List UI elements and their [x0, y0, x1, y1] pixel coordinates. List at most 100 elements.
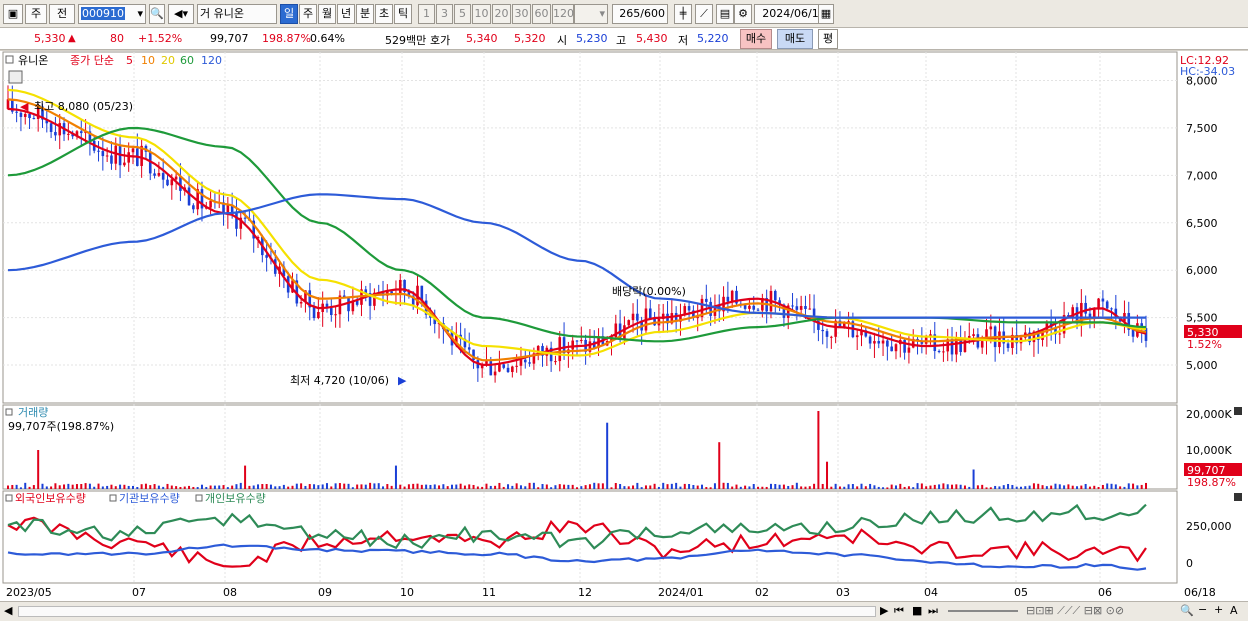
period-button[interactable]: 일 [280, 4, 298, 24]
candle-icon[interactable]: ╪ [674, 4, 692, 24]
stop-icon[interactable]: ■ [912, 604, 922, 617]
volume-bar [140, 484, 143, 489]
interval-button[interactable]: 20 [492, 4, 511, 24]
period-button[interactable]: 분 [356, 4, 374, 24]
interval-button[interactable]: 60 [532, 4, 551, 24]
volume-panel-menu-icon[interactable] [5, 408, 13, 416]
speaker-icon[interactable]: ◀▾ [168, 4, 194, 24]
zoom-out-icon[interactable]: − [1198, 603, 1207, 616]
candle-body [799, 306, 803, 310]
volume-bar [545, 484, 548, 489]
stock-name-field[interactable]: 거 유니온 [197, 4, 277, 24]
volume-bar [869, 483, 872, 489]
price-ytick: 6,000 [1186, 264, 1218, 277]
volume-bar [119, 484, 122, 489]
search-icon[interactable]: 🔍 [149, 4, 165, 24]
buy-button[interactable]: 매수 [740, 29, 772, 49]
volume-bar [183, 486, 186, 489]
volume-bar [558, 484, 561, 489]
price-ytick: 7,500 [1186, 122, 1218, 135]
interval-button[interactable]: 3 [436, 4, 453, 24]
scroll-left-icon[interactable]: ◀ [4, 604, 12, 617]
volume-bar [1084, 483, 1087, 489]
interval-button[interactable]: 120 [552, 4, 574, 24]
volume-bar [93, 486, 96, 489]
zoom-slider[interactable] [948, 610, 1018, 612]
x-axis-label: 2024/01 [658, 586, 704, 599]
low-label: 저 [678, 34, 689, 47]
candle-body [299, 302, 303, 304]
first-page-icon[interactable]: ⏮ [894, 604, 904, 618]
volume-bar [735, 484, 738, 489]
table-icon[interactable] [8, 70, 23, 84]
layout-icon[interactable]: ▣ [3, 4, 23, 24]
tools-icon[interactable]: ⊟⊡⊞ ⟋⟋⟋ ⊟⊠ ⊙⊘ [1026, 604, 1124, 618]
volume-bar [903, 486, 906, 489]
volume-bar [972, 469, 975, 489]
interval-label: 30 [514, 7, 529, 20]
gear-icon[interactable]: ⚙ [734, 4, 752, 24]
candle-body [493, 371, 497, 376]
scroll-right-icon[interactable]: ▶ [880, 604, 888, 617]
volume-bar [248, 485, 251, 489]
price-ytick: 7,000 [1186, 169, 1218, 182]
period-label: 년 [340, 7, 352, 20]
volume-bar [1110, 483, 1113, 489]
interval-dropdown[interactable]: ▾ [574, 4, 608, 24]
volume-bar [54, 483, 57, 489]
draw-icon[interactable]: ⟋ [695, 4, 713, 24]
zoom-in-icon[interactable]: + [1214, 603, 1223, 616]
candle-body [79, 131, 83, 134]
volume-bar [795, 482, 798, 489]
period-button[interactable]: 초 [375, 4, 393, 24]
volume-value-label: 99,707주(198.87%) [8, 420, 114, 433]
market-button[interactable]: 주 [25, 4, 47, 24]
last-change-badge: 1.52% [1187, 338, 1222, 351]
volume-bar [519, 485, 522, 489]
candle-body [131, 148, 135, 153]
period-button[interactable]: 주 [299, 4, 317, 24]
prev-button[interactable]: 전 [49, 4, 75, 24]
volume-bar [1024, 486, 1027, 489]
count-field[interactable]: 265/600 [612, 4, 668, 24]
volume-bar [136, 487, 139, 489]
candle-body [101, 151, 105, 157]
volume-bar [1106, 483, 1109, 489]
stock-chart[interactable]: 유니온 종가 단순 5 10 20 60 120 LC:12.92 HC:-34… [0, 51, 1248, 601]
holding-panel-menu-icon[interactable] [5, 494, 13, 502]
interval-button[interactable]: 1 [418, 4, 435, 24]
interval-button[interactable]: 30 [512, 4, 531, 24]
volume-bar [679, 486, 682, 489]
period-button[interactable]: 틱 [394, 4, 412, 24]
candle-body [907, 347, 911, 353]
horizontal-scrollbar[interactable] [18, 606, 876, 617]
volume-bar [627, 486, 630, 489]
interval-button[interactable]: 5 [454, 4, 471, 24]
volume-bar [576, 487, 578, 489]
stock-code-input[interactable]: 000910 ▾ [78, 4, 146, 24]
chevron-down-icon[interactable]: ▾ [137, 5, 143, 23]
low-annotation: 최저 4,720 (10/06) [290, 374, 389, 387]
period-label: 월 [321, 7, 333, 20]
volume-close-icon[interactable] [1234, 407, 1242, 415]
candle-body [1105, 301, 1109, 309]
avg-button[interactable]: 평 [818, 29, 838, 49]
interval-button[interactable]: 10 [472, 4, 491, 24]
last-page-icon[interactable]: ⏭ [928, 604, 938, 618]
sell-button[interactable]: 매도 [777, 29, 813, 49]
text-tool-icon[interactable]: A [1230, 604, 1238, 617]
legend-ma5: 5 [126, 54, 133, 67]
quote-change-pct: +1.52% [138, 32, 183, 45]
holding-close-icon[interactable] [1234, 493, 1242, 501]
panel-menu-icon[interactable] [5, 55, 14, 64]
period-button[interactable]: 월 [318, 4, 336, 24]
volume-bar [938, 484, 941, 489]
period-button[interactable]: 년 [337, 4, 355, 24]
zoom-icon[interactable]: 🔍 [1180, 604, 1194, 617]
save-icon[interactable]: ▤ [716, 4, 734, 24]
volume-bar [653, 483, 656, 489]
calendar-icon[interactable]: ▦ [818, 4, 834, 24]
volume-bar [463, 485, 466, 489]
candle-body [1110, 308, 1113, 310]
volume-bar [537, 487, 540, 489]
